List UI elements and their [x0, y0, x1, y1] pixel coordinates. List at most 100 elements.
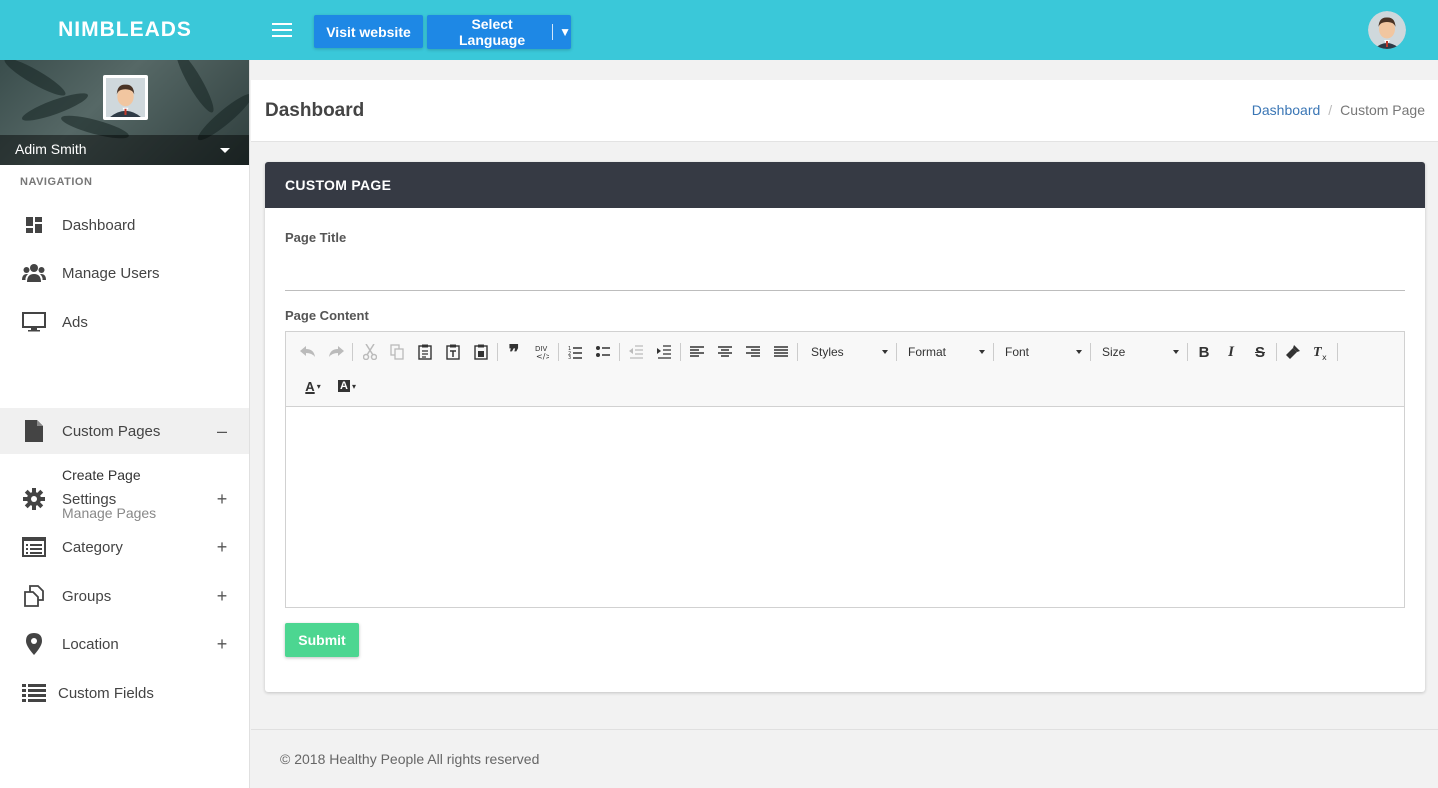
- background-color-icon: A: [338, 380, 350, 392]
- caret-down-icon: ▾: [316, 381, 321, 391]
- breadcrumb: Dashboard / Custom Page: [1252, 102, 1425, 118]
- caret-down-icon: [979, 350, 985, 354]
- profile-name: Adim Smith: [15, 141, 87, 157]
- submit-button[interactable]: Submit: [285, 623, 359, 657]
- expand-icon[interactable]: +: [215, 586, 229, 607]
- format-dropdown[interactable]: Format: [908, 341, 985, 363]
- caret-down-icon: [1076, 350, 1082, 354]
- sidebar-item-custom-fields[interactable]: Custom Fields: [0, 670, 249, 716]
- sidebar-item-label: Custom Fields: [58, 684, 154, 702]
- editor-content-area[interactable]: [286, 407, 1404, 607]
- toolbar-separator: [993, 343, 994, 361]
- sidebar-item-manage-users[interactable]: Manage Users: [0, 250, 249, 296]
- bold-button[interactable]: B: [1193, 341, 1215, 363]
- blockquote-icon[interactable]: ❞: [503, 340, 525, 364]
- styles-dropdown[interactable]: Styles: [811, 341, 888, 363]
- indent-icon[interactable]: [653, 341, 675, 363]
- align-left-icon[interactable]: [686, 341, 708, 363]
- font-dropdown[interactable]: Font: [1005, 341, 1082, 363]
- background-color-button[interactable]: A ▾: [334, 375, 360, 397]
- size-dropdown[interactable]: Size: [1102, 341, 1179, 363]
- caret-down-icon: [882, 350, 888, 354]
- toolbar-separator: [1276, 343, 1277, 361]
- numbered-list-icon[interactable]: 123: [564, 341, 586, 363]
- svg-text:3: 3: [568, 355, 571, 359]
- toolbar-separator: [619, 343, 620, 361]
- visit-website-button[interactable]: Visit website: [314, 15, 423, 48]
- card-title: CUSTOM PAGE: [265, 162, 1425, 208]
- collapse-icon[interactable]: –: [215, 421, 229, 442]
- italic-button[interactable]: I: [1220, 341, 1242, 363]
- select-language-button[interactable]: Select Language ▼: [427, 15, 571, 49]
- align-center-icon[interactable]: [714, 341, 736, 363]
- top-bar: NIMBLEADS Visit website Select Language …: [0, 0, 1438, 60]
- sidebar-item-settings[interactable]: Settings +: [0, 476, 249, 522]
- bulleted-list-icon[interactable]: [592, 341, 614, 363]
- expand-icon[interactable]: +: [215, 489, 229, 510]
- expand-icon[interactable]: +: [215, 634, 229, 655]
- toolbar-separator: [352, 343, 353, 361]
- sidebar: Adim Smith NAVIGATION Dashboard Manage U…: [0, 60, 250, 788]
- align-justify-icon[interactable]: [770, 341, 792, 363]
- toolbar-separator: [680, 343, 681, 361]
- format-label: Format: [908, 345, 947, 359]
- list-box-icon: [22, 535, 46, 559]
- profile-panel: Adim Smith: [0, 60, 249, 165]
- strikethrough-button[interactable]: S: [1249, 341, 1271, 363]
- page-header: Dashboard Dashboard / Custom Page: [251, 80, 1438, 142]
- copyright-text: © 2018 Healthy People All rights reserve…: [280, 751, 540, 767]
- brand-logo[interactable]: NIMBLEADS: [0, 0, 250, 60]
- paste-word-icon[interactable]: [470, 341, 492, 363]
- breadcrumb-current: Custom Page: [1340, 102, 1425, 118]
- toolbar-separator: [1187, 343, 1188, 361]
- source-code-icon[interactable]: DIV </>: [531, 341, 553, 363]
- toolbar-separator: [1337, 343, 1338, 361]
- copy-icon[interactable]: [386, 341, 408, 363]
- nav-heading: NAVIGATION: [20, 176, 93, 188]
- sidebar-item-dashboard[interactable]: Dashboard: [0, 202, 249, 248]
- sidebar-item-label: Ads: [62, 313, 88, 331]
- breadcrumb-dashboard-link[interactable]: Dashboard: [1252, 102, 1321, 118]
- svg-text:x: x: [1322, 353, 1327, 360]
- sidebar-item-location[interactable]: Location +: [0, 621, 249, 667]
- copy-formatting-icon[interactable]: [1282, 341, 1304, 363]
- remove-format-icon[interactable]: Tx: [1310, 341, 1332, 363]
- caret-down-icon: ▼: [559, 25, 571, 39]
- sidebar-item-ads[interactable]: Ads: [0, 299, 249, 345]
- user-avatar[interactable]: [1368, 11, 1406, 49]
- page-title: Dashboard: [265, 100, 365, 121]
- align-right-icon[interactable]: [742, 341, 764, 363]
- caret-down-icon: [1173, 350, 1179, 354]
- page-title-label: Page Title: [285, 230, 347, 245]
- caret-down-icon: [220, 148, 230, 153]
- sidebar-item-label: Category: [62, 538, 123, 556]
- sidebar-item-label: Custom Pages: [62, 422, 161, 440]
- toolbar-separator: [497, 343, 498, 361]
- profile-bar[interactable]: Adim Smith: [0, 135, 249, 165]
- select-language-label: Select Language: [459, 16, 526, 48]
- outdent-icon[interactable]: [625, 341, 647, 363]
- footer: © 2018 Healthy People All rights reserve…: [251, 729, 1438, 788]
- toolbar-separator: [797, 343, 798, 361]
- toolbar-separator: [558, 343, 559, 361]
- font-label: Font: [1005, 345, 1030, 359]
- text-color-button[interactable]: A ▾: [300, 375, 326, 397]
- rich-text-editor: ❞ DIV </> 123 Styles Format Font Size B …: [285, 331, 1405, 608]
- sidebar-item-category[interactable]: Category +: [0, 524, 249, 570]
- dashboard-icon: [22, 213, 46, 237]
- breadcrumb-separator: /: [1328, 102, 1333, 118]
- redo-icon[interactable]: [325, 341, 347, 363]
- hamburger-icon[interactable]: [272, 23, 292, 37]
- sidebar-item-label: Settings: [62, 490, 117, 508]
- sidebar-item-groups[interactable]: Groups +: [0, 573, 249, 619]
- paste-text-icon[interactable]: [442, 341, 464, 363]
- sidebar-item-custom-pages[interactable]: Custom Pages –: [0, 408, 249, 454]
- paste-icon[interactable]: [414, 341, 436, 363]
- expand-icon[interactable]: +: [215, 537, 229, 558]
- sidebar-item-label: Manage Users: [62, 264, 160, 282]
- page-title-input[interactable]: [285, 258, 1405, 291]
- undo-icon[interactable]: [297, 341, 319, 363]
- custom-page-card: CUSTOM PAGE Page Title Page Content ❞ DI…: [265, 162, 1425, 692]
- profile-avatar[interactable]: [103, 75, 148, 120]
- cut-icon[interactable]: [359, 341, 381, 363]
